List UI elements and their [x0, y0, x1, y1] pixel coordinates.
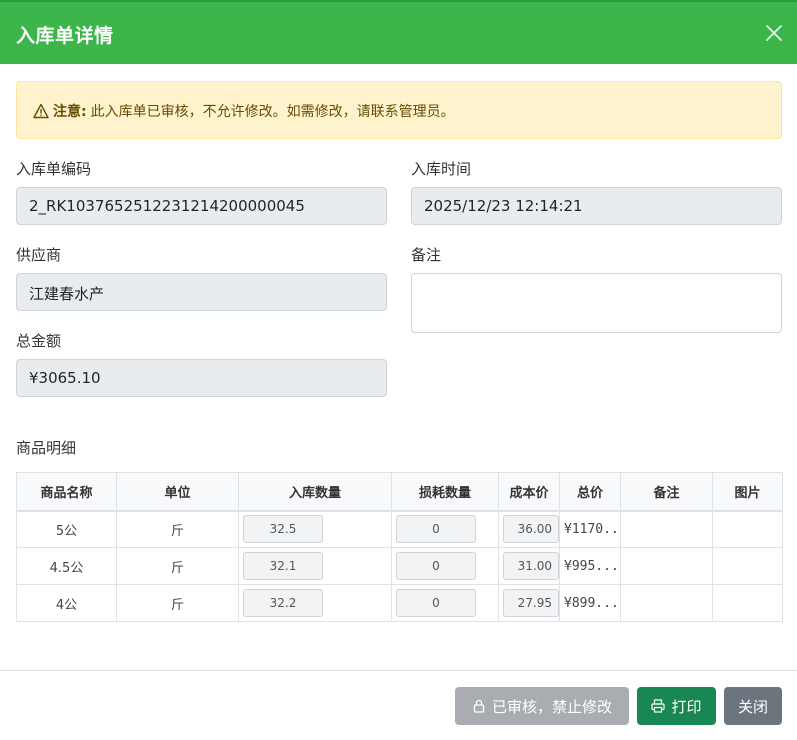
col-header-cost: 成本价	[498, 472, 560, 512]
item-unit: 斤	[116, 584, 239, 622]
locked-button-label: 已审核，禁止修改	[491, 697, 612, 716]
items-table: 商品名称 单位 入库数量 损耗数量 成本价 总价 备注 图片 5公 斤 32.5…	[16, 472, 783, 622]
items-header-row: 商品名称 单位 入库数量 损耗数量 成本价 总价 备注 图片	[16, 472, 783, 512]
cost-input[interactable]: 36.00	[503, 515, 559, 544]
lock-icon	[473, 699, 485, 713]
item-total: ¥899....	[559, 584, 621, 622]
item-total: ¥995....	[559, 547, 621, 585]
warning-icon	[33, 103, 49, 119]
qty-input[interactable]: 32.5	[243, 515, 323, 544]
cost-input[interactable]: 31.00	[503, 552, 559, 580]
col-header-unit: 单位	[116, 472, 239, 512]
item-image	[712, 584, 783, 622]
supplier-label: 供应商	[16, 246, 62, 264]
items-section-title: 商品明细	[16, 439, 77, 457]
time-label: 入库时间	[411, 160, 472, 178]
modal-header: 入库单详情	[0, 0, 797, 64]
supplier-field[interactable]: 江建春水产	[16, 273, 387, 311]
table-row: 5公 斤 32.5 0 36.00 ¥1170...	[16, 510, 783, 548]
item-name: 4.5公	[16, 547, 117, 585]
item-image	[712, 510, 783, 548]
code-field[interactable]: 2_RK1037652512231214200000045	[16, 187, 387, 225]
item-total: ¥1170...	[559, 510, 621, 548]
loss-input[interactable]: 0	[396, 515, 476, 544]
col-header-loss: 损耗数量	[391, 472, 499, 512]
time-field[interactable]: 2025/12/23 12:14:21	[411, 187, 782, 225]
audit-warning-alert: 注意: 此入库单已审核，不允许修改。如需修改，请联系管理员。	[16, 81, 782, 139]
code-label: 入库单编码	[16, 160, 92, 178]
item-unit: 斤	[116, 510, 239, 548]
print-button[interactable]: 打印	[637, 687, 716, 725]
item-name: 5公	[16, 510, 117, 548]
total-label: 总金额	[16, 332, 62, 350]
col-header-qty: 入库数量	[238, 472, 392, 512]
close-button[interactable]: 关闭	[724, 687, 782, 725]
print-button-label: 打印	[671, 697, 702, 716]
alert-message: 此入库单已审核，不允许修改。如需修改，请联系管理员。	[90, 104, 455, 120]
item-remark	[620, 510, 713, 548]
loss-input[interactable]: 0	[396, 589, 476, 617]
item-name: 4公	[16, 584, 117, 622]
table-row: 4.5公 斤 32.1 0 31.00 ¥995....	[16, 547, 783, 585]
col-header-image: 图片	[712, 472, 783, 512]
modal-title: 入库单详情	[16, 25, 114, 47]
remark-textarea[interactable]	[411, 273, 782, 333]
total-amount-field[interactable]: ¥3065.10	[16, 359, 387, 397]
close-icon[interactable]	[765, 24, 783, 42]
col-header-name: 商品名称	[16, 472, 117, 512]
printer-icon	[651, 699, 666, 713]
col-header-total: 总价	[559, 472, 621, 512]
col-header-remark: 备注	[620, 472, 713, 512]
item-remark	[620, 584, 713, 622]
item-image	[712, 547, 783, 585]
table-row: 4公 斤 32.2 0 27.95 ¥899....	[16, 584, 783, 622]
loss-input[interactable]: 0	[396, 552, 476, 580]
audited-locked-button[interactable]: 已审核，禁止修改	[455, 687, 629, 725]
footer-divider	[0, 670, 797, 671]
qty-input[interactable]: 32.1	[243, 552, 323, 580]
remark-label: 备注	[411, 246, 442, 264]
item-remark	[620, 547, 713, 585]
item-unit: 斤	[116, 547, 239, 585]
qty-input[interactable]: 32.2	[243, 589, 323, 617]
cost-input[interactable]: 27.95	[503, 589, 559, 617]
close-button-label: 关闭	[737, 697, 768, 716]
alert-strong-label: 注意:	[53, 104, 87, 120]
stock-in-detail-modal: 入库单详情 注意: 此入库单已审核，不允许修改。如需修改，请联系管理员。 入库单…	[0, 0, 797, 740]
